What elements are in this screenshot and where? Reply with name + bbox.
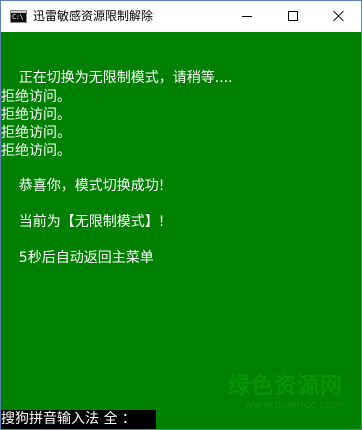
console-output-area[interactable]: 正在切换为无限制模式，请稍等.... 拒绝访问。 拒绝访问。 拒绝访问。 拒绝访… [1,32,361,429]
maximize-button[interactable] [270,1,316,32]
access-denied-line: 拒绝访问。 [1,143,71,159]
watermark: 绿色资源网 www.downcc.com [228,375,343,411]
current-mode-line: 当前为【无限制模式】! [1,214,165,230]
watermark-url: www.downcc.com [244,398,343,411]
close-icon [333,10,345,22]
close-button[interactable] [316,1,361,32]
access-denied-line: 拒绝访问。 [1,89,71,105]
title-bar[interactable]: C:\ 迅雷敏感资源限制解除 [1,1,361,32]
console-app-icon[interactable]: C:\ [10,10,27,23]
minimize-icon [242,16,252,17]
access-denied-line: 拒绝访问。 [1,125,71,141]
access-denied-line: 拒绝访问。 [1,107,71,123]
maximize-icon [288,11,298,21]
minimize-button[interactable] [224,1,270,32]
watermark-brand: 绿色资源网 [227,374,343,399]
console-icon-label: C:\ [12,13,24,21]
return-menu-countdown-line: 5秒后自动返回主菜单 [1,250,154,266]
window-title: 迅雷敏感资源限制解除 [33,9,154,23]
console-window: C:\ 迅雷敏感资源限制解除 正在切换为无限制模式，请稍等.... 拒绝访问。 … [0,0,362,430]
success-message-line: 恭喜你，模式切换成功! [1,178,165,194]
switching-status-line: 正在切换为无限制模式，请稍等.... [1,70,233,86]
ime-status-bar[interactable]: 搜狗拼音输入法 全 ： [1,410,156,429]
